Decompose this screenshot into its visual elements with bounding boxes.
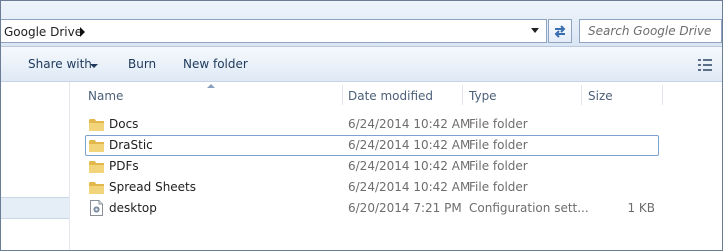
command-bar: Share with Burn New folder [1, 47, 722, 82]
column-header-type[interactable]: Type [469, 89, 497, 103]
refresh-button[interactable] [548, 19, 572, 43]
sort-ascending-icon [207, 84, 215, 88]
breadcrumb-arrow-icon[interactable] [80, 27, 85, 37]
column-header-date-modified[interactable]: Date modified [348, 89, 433, 103]
address-bar-area: Google Drive Search Google Drive [1, 1, 722, 47]
search-input[interactable]: Search Google Drive [579, 19, 722, 43]
file-type: File folder [469, 180, 528, 194]
refresh-icon [554, 25, 566, 38]
file-name: PDFs [109, 159, 139, 173]
file-row-pdfs[interactable]: PDFs 6/24/2014 10:42 AM File folder [85, 156, 659, 177]
column-divider[interactable] [342, 85, 343, 105]
file-type: Configuration sett... [469, 201, 589, 215]
column-divider[interactable] [462, 85, 463, 105]
file-row-desktop[interactable]: desktop 6/20/2014 7:21 PM Configuration … [85, 198, 659, 219]
column-divider[interactable] [662, 85, 663, 105]
column-divider[interactable] [581, 85, 582, 105]
config-file-icon [90, 200, 103, 216]
breadcrumb-google-drive[interactable]: Google Drive [4, 25, 82, 39]
share-with-dropdown-icon[interactable] [90, 64, 98, 68]
column-header-row: Name Date modified Type Size [70, 82, 722, 107]
file-type: File folder [469, 159, 528, 173]
file-row-docs[interactable]: Docs 6/24/2014 10:42 AM File folder [85, 114, 659, 135]
file-name: desktop [109, 201, 157, 215]
file-row-drastic[interactable]: DraStic 6/24/2014 10:42 AM File folder [85, 135, 659, 156]
file-date-modified: 6/20/2014 7:21 PM [348, 201, 462, 215]
search-placeholder: Search Google Drive [588, 24, 712, 38]
file-size: 1 KB [627, 201, 655, 215]
change-view-icon[interactable] [698, 59, 712, 71]
explorer-window: Google Drive Search Google Drive Share w… [0, 0, 723, 251]
file-date-modified: 6/24/2014 10:42 AM [348, 159, 471, 173]
file-date-modified: 6/24/2014 10:42 AM [348, 117, 471, 131]
share-with-button[interactable]: Share with [28, 57, 92, 71]
file-name: DraStic [109, 138, 153, 152]
file-type: File folder [469, 117, 528, 131]
column-header-size[interactable]: Size [588, 89, 613, 103]
file-date-modified: 6/24/2014 10:42 AM [348, 180, 471, 194]
new-folder-button[interactable]: New folder [183, 57, 248, 71]
folder-icon [89, 161, 104, 173]
folder-icon [89, 140, 104, 152]
navigation-pane[interactable] [1, 82, 70, 250]
file-name: Docs [109, 117, 139, 131]
burn-button[interactable]: Burn [128, 57, 156, 71]
file-date-modified: 6/24/2014 10:42 AM [348, 138, 471, 152]
folder-icon [89, 119, 104, 131]
column-header-name[interactable]: Name [88, 89, 123, 103]
address-bar[interactable]: Google Drive [1, 19, 547, 43]
nav-selected-item[interactable] [1, 197, 69, 219]
file-name: Spread Sheets [109, 180, 197, 194]
folder-icon [89, 182, 104, 194]
address-history-dropdown-icon[interactable] [531, 28, 539, 33]
file-row-spread-sheets[interactable]: Spread Sheets 6/24/2014 10:42 AM File fo… [85, 177, 659, 198]
file-type: File folder [469, 138, 528, 152]
